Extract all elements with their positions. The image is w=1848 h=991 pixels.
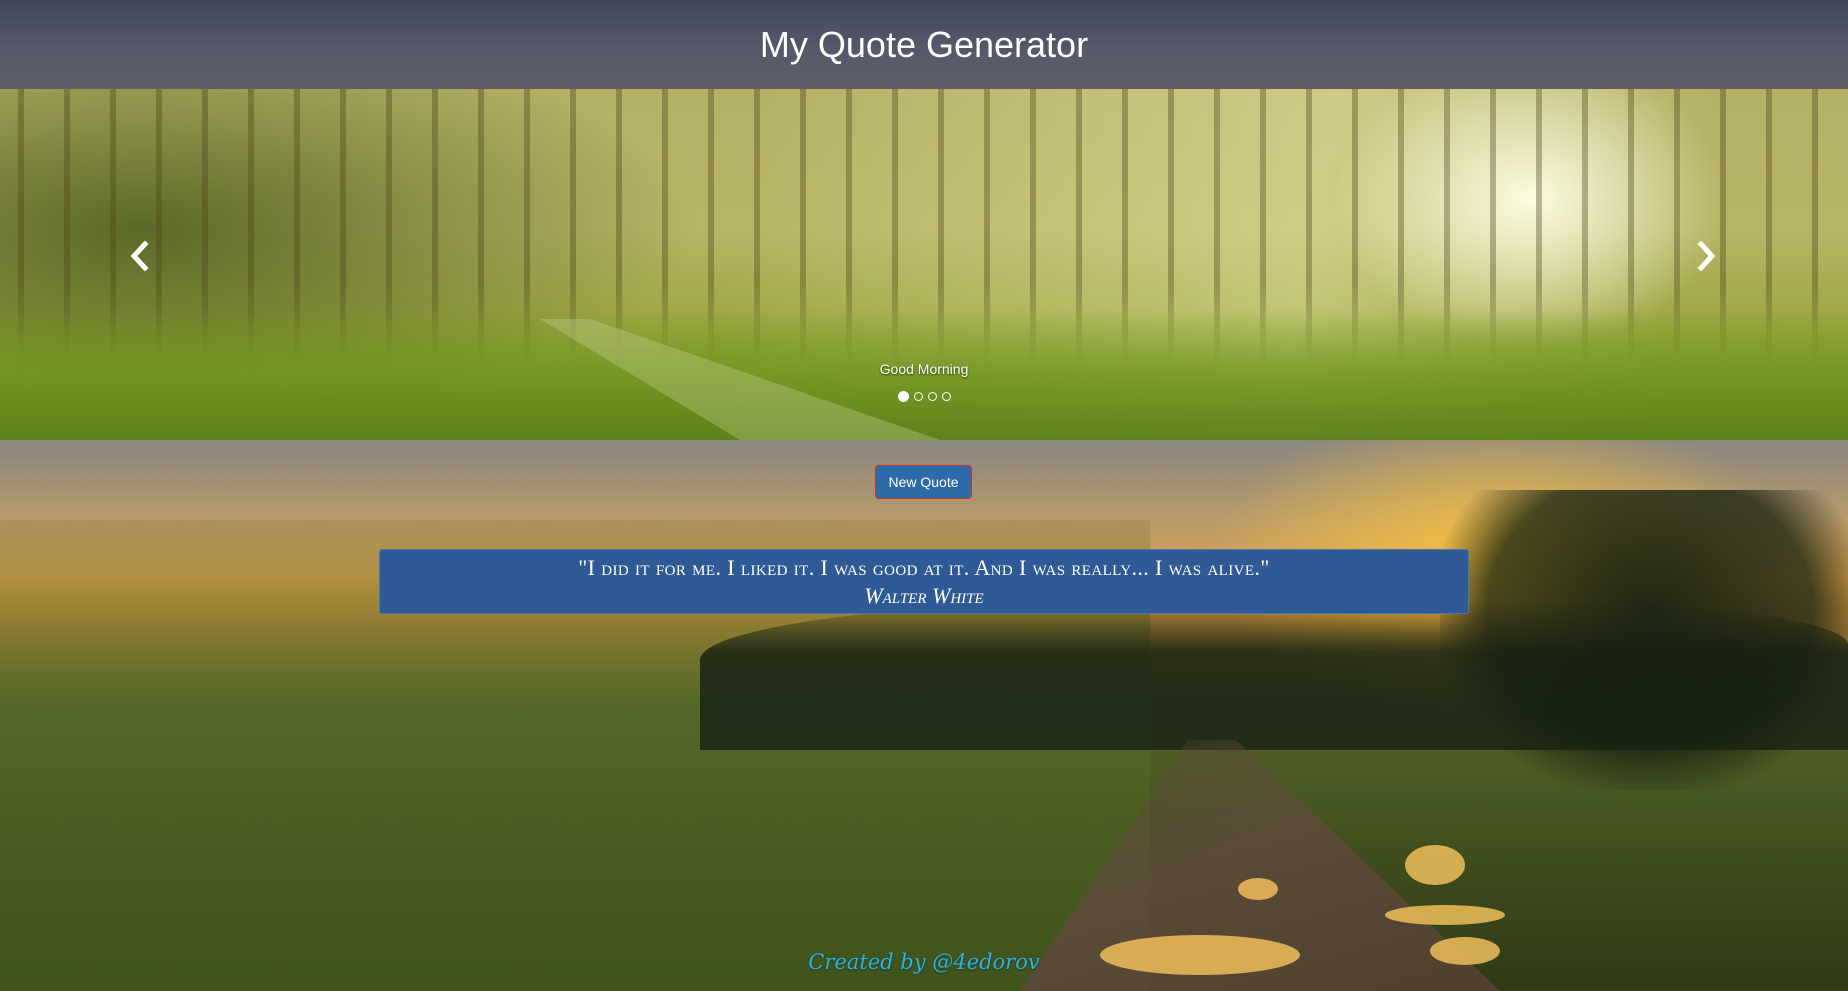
quote-author: Walter White: [864, 583, 984, 608]
carousel-prev-button[interactable]: [120, 239, 160, 279]
carousel-indicator-1[interactable]: [897, 391, 909, 402]
chevron-left-icon: [129, 238, 151, 281]
background-puddle: [1385, 905, 1505, 925]
image-carousel: Good Morning: [0, 89, 1848, 440]
carousel-indicator-3[interactable]: [927, 392, 937, 401]
carousel-indicators: [0, 391, 1848, 402]
carousel-indicator-2[interactable]: [913, 392, 923, 401]
footer-credit: Created by @4edorov: [808, 950, 1040, 974]
background-puddle: [1405, 845, 1465, 885]
page-title: My Quote Generator: [759, 23, 1089, 65]
background-puddle: [1238, 878, 1278, 900]
new-quote-button[interactable]: New Quote: [875, 465, 972, 499]
carousel-indicator-4[interactable]: [941, 392, 951, 401]
carousel-caption: Good Morning: [879, 361, 969, 377]
quote-text: "I did it for me. I liked it. I was good…: [578, 555, 1270, 580]
quote-box: "I did it for me. I liked it. I was good…: [379, 549, 1469, 614]
chevron-right-icon: [1695, 238, 1717, 281]
background-trees: [1440, 490, 1848, 790]
carousel-next-button[interactable]: [1686, 239, 1726, 279]
page-header: My Quote Generator: [0, 0, 1848, 89]
